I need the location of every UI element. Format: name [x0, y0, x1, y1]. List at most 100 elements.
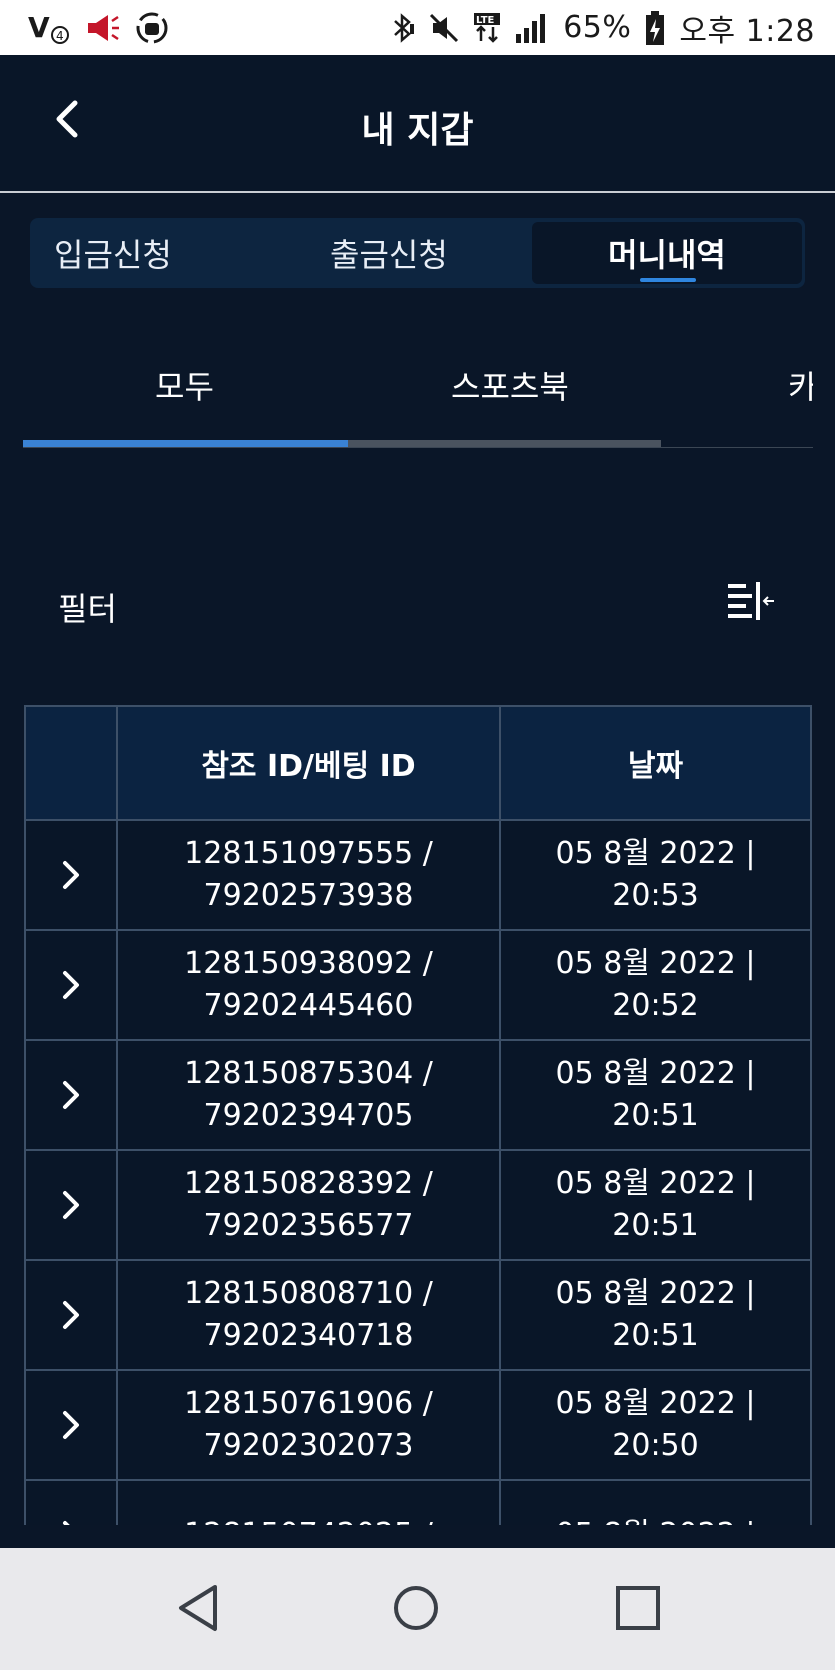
date-cell: 05 8월 2022 | 20:51 [501, 1261, 810, 1369]
ref-id-cell: 128150808710 / 79202340718 [118, 1261, 501, 1369]
chevron-right-icon [63, 1191, 79, 1219]
volte-icon: V4 [28, 10, 72, 46]
date: 05 8월 2022 | [555, 1166, 756, 1201]
date: 05 8월 2022 | [555, 1276, 756, 1311]
app-header: 내 지갑 [0, 55, 835, 193]
date: 05 8월 2022 | [555, 946, 756, 981]
triangle-back-icon [179, 1585, 217, 1631]
ref-id: 128150742025 / [184, 1514, 433, 1525]
time: 20:51 [612, 1208, 699, 1243]
megaphone-icon [86, 10, 120, 46]
date: 05 8월 2022 | [555, 1056, 756, 1091]
tab-label: 출금신청 [330, 236, 448, 274]
expand-row-button[interactable] [26, 1371, 118, 1479]
battery-percentage: 65% [563, 10, 632, 45]
table-row[interactable]: 128150761906 / 79202302073 05 8월 2022 | … [26, 1371, 810, 1481]
filter-label: 필터 [58, 590, 117, 628]
filter-icon [728, 582, 774, 620]
bet-id: 79202340718 [203, 1318, 414, 1353]
time: 20:52 [612, 988, 699, 1023]
date-cell: 05 8월 2022 | [501, 1481, 810, 1525]
divider [23, 447, 813, 448]
ref-id: 128150761906 / [184, 1386, 433, 1421]
app-screen: V4 LTE 65% 오후 1:28 내 지갑 입금신청 출금신청 머니내역 모… [0, 0, 835, 1670]
chevron-right-icon [63, 1411, 79, 1439]
circle-home-icon [394, 1586, 438, 1630]
time: 20:51 [612, 1318, 699, 1353]
table-row[interactable]: 128150875304 / 79202394705 05 8월 2022 | … [26, 1041, 810, 1151]
bet-id: 79202302073 [203, 1428, 414, 1463]
ref-id-cell: 128150828392 / 79202356577 [118, 1151, 501, 1259]
subtab-sportsbook[interactable]: 스포츠북 [451, 362, 569, 408]
status-right-icons: LTE 65% 오후 1:28 [391, 6, 815, 50]
header-cell-ref-id: 참조 ID/베팅 ID [118, 707, 501, 819]
table-row[interactable]: 128150742025 / 05 8월 2022 | [26, 1481, 810, 1525]
nav-recents-button[interactable] [608, 1578, 668, 1638]
ref-id: 128150875304 / [184, 1056, 433, 1091]
tab-deposit-request[interactable]: 입금신청 [54, 218, 172, 288]
square-recents-icon [616, 1586, 660, 1630]
wallet-segment-tabs: 입금신청 출금신청 머니내역 [30, 218, 805, 288]
expand-row-button[interactable] [26, 821, 118, 929]
mute-icon [429, 10, 459, 46]
table-row[interactable]: 128150828392 / 79202356577 05 8월 2022 | … [26, 1151, 810, 1261]
tab-money-history[interactable]: 머니내역 [532, 222, 802, 284]
expand-row-button[interactable] [26, 1261, 118, 1369]
ref-id-cell: 128150938092 / 79202445460 [118, 931, 501, 1039]
status-left-icons: V4 [28, 10, 170, 46]
battery-charging-icon [645, 10, 665, 46]
time: 20:53 [612, 878, 699, 913]
table-row[interactable]: 128150808710 / 79202340718 05 8월 2022 | … [26, 1261, 810, 1371]
bet-id: 79202445460 [203, 988, 414, 1023]
subtab-all[interactable]: 모두 [155, 362, 214, 408]
date-cell: 05 8월 2022 | 20:50 [501, 1371, 810, 1479]
ref-id-cell: 128150875304 / 79202394705 [118, 1041, 501, 1149]
ref-id-cell: 128151097555 / 79202573938 [118, 821, 501, 929]
subtab-casino[interactable]: 카 [788, 362, 813, 408]
ref-id: 128150828392 / [184, 1166, 433, 1201]
svg-text:LTE: LTE [476, 15, 495, 26]
ref-id: 128150938092 / [184, 946, 433, 981]
ref-id: 128151097555 / [184, 836, 433, 871]
ref-id: 128150808710 / [184, 1276, 433, 1311]
time: 20:50 [612, 1428, 699, 1463]
tab-label: 입금신청 [54, 236, 172, 274]
lte-icon: LTE [473, 10, 501, 46]
status-bar: V4 LTE 65% 오후 1:28 [0, 0, 835, 55]
table-row[interactable]: 128151097555 / 79202573938 05 8월 2022 | … [26, 821, 810, 931]
table-header: 참조 ID/베팅 ID 날짜 [26, 705, 810, 821]
bluetooth-icon [391, 10, 415, 46]
chevron-right-icon [63, 971, 79, 999]
chevron-right-icon [63, 861, 79, 889]
header-cell-date: 날짜 [627, 749, 684, 784]
header-cell-expand [26, 707, 118, 819]
nav-home-button[interactable] [386, 1578, 446, 1638]
chevron-right-icon [63, 1521, 70, 1525]
tab-withdraw-request[interactable]: 출금신청 [330, 218, 448, 288]
history-sub-tabs: 모두 스포츠북 카 [23, 340, 813, 450]
bet-id: 79202394705 [203, 1098, 414, 1133]
page-title: 내 지갑 [361, 110, 474, 151]
date: 05 8월 2022 | [555, 836, 756, 871]
date: 05 8월 2022 | [556, 1514, 756, 1525]
nav-back-button[interactable] [168, 1578, 228, 1638]
date-cell: 05 8월 2022 | 20:51 [501, 1041, 810, 1149]
expand-row-button[interactable] [26, 1481, 118, 1525]
filter-toggle-button[interactable] [726, 580, 776, 624]
expand-row-button[interactable] [26, 1151, 118, 1259]
expand-row-button[interactable] [26, 1041, 118, 1149]
chevron-right-icon [63, 1301, 79, 1329]
expand-row-button[interactable] [26, 931, 118, 1039]
ref-id-cell: 128150761906 / 79202302073 [118, 1371, 501, 1479]
bet-id: 79202356577 [203, 1208, 414, 1243]
signal-icon [515, 10, 549, 46]
money-history-table: 참조 ID/베팅 ID 날짜 128151097555 / 7920257393… [24, 705, 812, 1525]
bet-id: 79202573938 [203, 878, 414, 913]
table-row[interactable]: 128150938092 / 79202445460 05 8월 2022 | … [26, 931, 810, 1041]
ref-id-cell: 128150742025 / [118, 1481, 501, 1525]
svg-text:V: V [28, 11, 50, 44]
time: 20:51 [612, 1098, 699, 1133]
date-cell: 05 8월 2022 | 20:52 [501, 931, 810, 1039]
clock: 오후 1:28 [679, 13, 815, 49]
tab-label: 머니내역 [608, 236, 726, 274]
